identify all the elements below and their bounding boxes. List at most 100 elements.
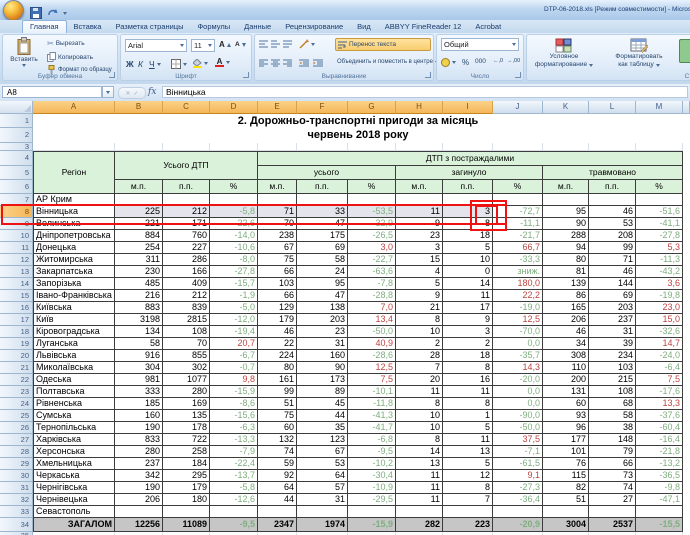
cell-L28[interactable]: 79 [589,446,636,458]
row-header-8[interactable]: 8 [0,206,33,218]
cell-L27[interactable]: 148 [589,434,636,446]
cell-G7[interactable] [348,194,396,206]
cell-B30[interactable]: 342 [115,470,163,482]
cell-J33[interactable] [493,506,543,518]
empty-cell[interactable] [636,143,683,151]
cell-D14[interactable]: -15,7 [210,278,258,290]
cell-C12[interactable]: 286 [163,254,210,266]
cell-A7[interactable]: АР Крим [33,194,115,206]
cell-H28[interactable]: 14 [396,446,443,458]
cell-C33[interactable] [163,506,210,518]
clipboard-dialog-launcher-icon[interactable] [109,72,115,78]
cell-B15[interactable]: 216 [115,290,163,302]
cell-C19[interactable]: 70 [163,338,210,350]
font-name-select[interactable]: Arial [125,39,187,52]
cell-F21[interactable]: 90 [297,362,348,374]
cell-L10[interactable]: 208 [589,230,636,242]
cell-K21[interactable]: 110 [543,362,589,374]
header-total-dtp[interactable]: Усього ДТП [115,151,258,180]
cell-E20[interactable]: 224 [258,350,297,362]
cell-A22[interactable]: Одеська [33,374,115,386]
cell-D22[interactable]: 9,8 [210,374,258,386]
empty-cell[interactable] [543,143,589,151]
bold-button[interactable]: Ж [126,59,134,69]
empty-cell[interactable] [348,143,396,151]
column-header-E[interactable]: E [258,101,297,114]
cell-D34[interactable]: -9,5 [210,518,258,532]
cell-J26[interactable]: -50,0 [493,422,543,434]
cell-J34[interactable]: -20,9 [493,518,543,532]
cell-J25[interactable]: -90,0 [493,410,543,422]
cell-I24[interactable]: 8 [443,398,493,410]
row-header-14[interactable]: 14 [0,278,33,290]
grow-font-button[interactable]: А [219,41,231,48]
cell-E19[interactable]: 22 [258,338,297,350]
cell-C8[interactable]: 212 [163,206,210,218]
cell-F28[interactable]: 67 [297,446,348,458]
borders-button[interactable] [171,59,187,69]
cell-J22[interactable]: -20,0 [493,374,543,386]
cell-A13[interactable]: Закарпатська [33,266,115,278]
name-box-dropdown[interactable] [102,86,114,98]
empty-cell[interactable] [396,143,443,151]
cell-L15[interactable]: 69 [589,290,636,302]
shrink-font-button[interactable]: А [235,41,246,48]
cell-J15[interactable]: 22,2 [493,290,543,302]
cell-K31[interactable]: 82 [543,482,589,494]
cell-L24[interactable]: 68 [589,398,636,410]
cell-I29[interactable]: 5 [443,458,493,470]
fill-color-button[interactable] [193,59,208,68]
cell-K9[interactable]: 90 [543,218,589,230]
cell-J18[interactable]: -70,0 [493,326,543,338]
cell-A9[interactable]: Волинська [33,218,115,230]
cell-E24[interactable]: 51 [258,398,297,410]
cell-M9[interactable]: -41,1 [636,218,683,230]
column-header-K[interactable]: K [543,101,589,114]
row-header-3[interactable]: 3 [0,143,33,151]
row-header-27[interactable]: 27 [0,434,33,446]
cell-F15[interactable]: 47 [297,290,348,302]
cell-E15[interactable]: 66 [258,290,297,302]
row-header-23[interactable]: 23 [0,386,33,398]
cell-E31[interactable]: 64 [258,482,297,494]
cell-A16[interactable]: Київська [33,302,115,314]
cell-J23[interactable]: 0,0 [493,386,543,398]
cell-F18[interactable]: 23 [297,326,348,338]
cell-J29[interactable]: -61,5 [493,458,543,470]
cell-M20[interactable]: -24,0 [636,350,683,362]
cell-F32[interactable]: 31 [297,494,348,506]
cell-K32[interactable]: 51 [543,494,589,506]
cell-A11[interactable]: Донецька [33,242,115,254]
cell-H18[interactable]: 10 [396,326,443,338]
cell-J17[interactable]: 12,5 [493,314,543,326]
cell-M21[interactable]: -6,4 [636,362,683,374]
cell-J8[interactable]: -72,7 [493,206,543,218]
cell-F7[interactable] [297,194,348,206]
cell-D32[interactable]: -12,6 [210,494,258,506]
cell-D25[interactable]: -15,6 [210,410,258,422]
cell-E25[interactable]: 75 [258,410,297,422]
cell-I13[interactable]: 0 [443,266,493,278]
cell-B27[interactable]: 833 [115,434,163,446]
cell-D18[interactable]: -19,4 [210,326,258,338]
header-sub-F6[interactable]: п.п. [297,180,348,194]
cell-K14[interactable]: 139 [543,278,589,290]
cell-E8[interactable]: 71 [258,206,297,218]
cell-A8[interactable]: Вінницька [33,206,115,218]
row-header-12[interactable]: 12 [0,254,33,266]
cell-J11[interactable]: 66,7 [493,242,543,254]
row-header-10[interactable]: 10 [0,230,33,242]
cell-A20[interactable]: Львівська [33,350,115,362]
cell-F14[interactable]: 95 [297,278,348,290]
column-header-L[interactable]: L [589,101,636,114]
empty-cell[interactable] [210,143,258,151]
increase-indent-icon[interactable] [313,59,323,67]
cell-E22[interactable]: 161 [258,374,297,386]
cell-H24[interactable]: 8 [396,398,443,410]
cell-L20[interactable]: 234 [589,350,636,362]
row-header-22[interactable]: 22 [0,374,33,386]
cell-L22[interactable]: 215 [589,374,636,386]
cell-K28[interactable]: 101 [543,446,589,458]
cell-G15[interactable]: -28,8 [348,290,396,302]
cell-I21[interactable]: 8 [443,362,493,374]
